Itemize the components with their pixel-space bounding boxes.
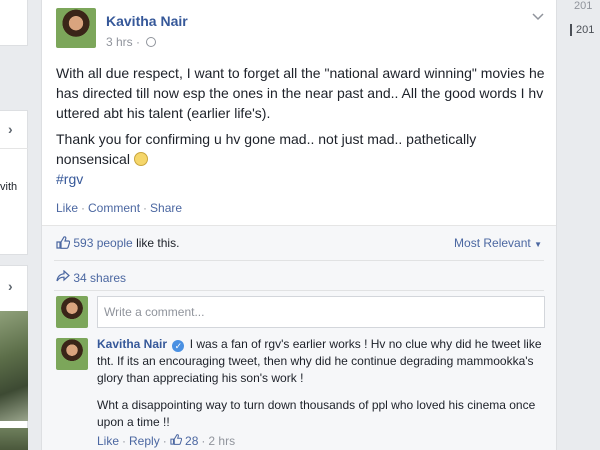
feedback-section: 593 people like this. Most Relevant ▼ 34… xyxy=(42,225,556,450)
comment-input[interactable]: Write a comment... xyxy=(97,296,545,328)
year-link[interactable]: 201 xyxy=(570,0,592,12)
hashtag-link[interactable]: #rgv xyxy=(56,171,83,187)
comment-button[interactable]: Comment xyxy=(88,201,140,215)
thumbs-up-icon xyxy=(170,434,182,448)
caret-down-icon: ▼ xyxy=(534,240,542,249)
sort-dropdown[interactable]: Most Relevant ▼ xyxy=(454,236,542,250)
left-card-top xyxy=(0,0,28,46)
post-author-name[interactable]: Kavitha Nair xyxy=(106,13,188,29)
left-column: › vith › xyxy=(0,0,40,450)
year-navigation: 201 201 xyxy=(566,0,600,450)
divider xyxy=(54,290,544,291)
author-avatar[interactable] xyxy=(56,8,96,48)
photo-thumbnail[interactable] xyxy=(0,311,28,421)
separator: · xyxy=(201,434,206,448)
separator: · xyxy=(143,201,148,215)
like-button[interactable]: Like xyxy=(56,201,78,215)
separator: · xyxy=(122,434,127,448)
likes-count-link[interactable]: 593 people xyxy=(73,236,132,250)
photo-thumbnail[interactable] xyxy=(0,428,28,450)
year-link-active[interactable]: 201 xyxy=(570,24,594,36)
chevron-right-icon[interactable]: › xyxy=(8,278,13,294)
share-button[interactable]: Share xyxy=(150,201,182,215)
post-paragraph: Thank you for confirming u hv gone mad..… xyxy=(56,131,477,167)
smiley-emoji-icon xyxy=(133,152,148,166)
comment-author-name[interactable]: Kavitha Nair xyxy=(97,337,167,351)
post-meta: 3 hrs · xyxy=(106,35,157,49)
likes-summary: 593 people like this. Most Relevant ▼ xyxy=(56,236,542,252)
separator: · xyxy=(162,434,167,448)
comment-reply-button[interactable]: Reply xyxy=(129,434,160,448)
viewer-avatar[interactable] xyxy=(56,296,88,328)
divider xyxy=(0,148,28,149)
left-card-middle: › vith xyxy=(0,110,28,255)
chevron-down-icon[interactable] xyxy=(532,10,544,24)
comment-paragraph: Kavitha Nair ✓ I was a fan of rgv's earl… xyxy=(97,336,545,387)
divider xyxy=(54,260,544,261)
commenter-avatar[interactable] xyxy=(56,338,88,370)
shares-link[interactable]: 34 shares xyxy=(56,269,126,285)
separator: · xyxy=(81,201,86,215)
chevron-right-icon[interactable]: › xyxy=(8,121,13,137)
post-actions: Like · Comment · Share xyxy=(56,201,182,215)
comment-time[interactable]: 2 hrs xyxy=(208,434,235,448)
comment-item: Kavitha Nair ✓ I was a fan of rgv's earl… xyxy=(97,336,545,450)
thumbs-up-icon xyxy=(56,236,71,252)
verified-badge-icon: ✓ xyxy=(172,340,185,352)
likes-suffix: like this. xyxy=(132,236,180,250)
share-arrow-icon xyxy=(56,269,73,285)
shares-count[interactable]: 34 shares xyxy=(73,271,126,285)
comment-actions: Like · Reply · 28 · 2 hrs xyxy=(97,433,545,450)
globe-icon[interactable] xyxy=(146,37,157,47)
meta-separator: · xyxy=(136,35,141,49)
post-time[interactable]: 3 hrs xyxy=(106,35,133,49)
comment-text: Wht a disappointing way to turn down tho… xyxy=(97,398,536,429)
post-paragraph: With all due respect, I want to forget a… xyxy=(56,65,545,121)
comment-like-button[interactable]: Like xyxy=(97,434,119,448)
post-card: Kavitha Nair 3 hrs · With all due respec… xyxy=(41,0,557,450)
comment-likes-count[interactable]: 28 xyxy=(185,434,198,448)
left-card-bottom: › xyxy=(0,265,28,450)
post-text: With all due respect, I want to forget a… xyxy=(56,63,546,175)
left-partial-text: vith xyxy=(0,181,18,193)
